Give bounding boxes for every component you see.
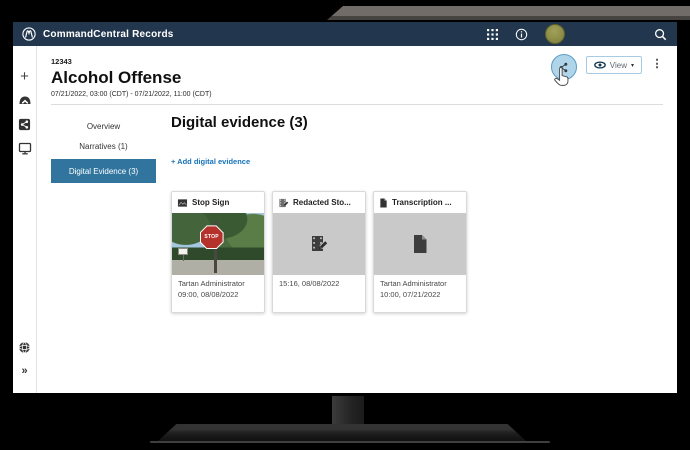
stop-sign-graphic: STOP [200, 225, 224, 249]
chevron-down-icon: ▾ [631, 62, 634, 69]
card-meta-timestamp: 09:00, 08/08/2022 [178, 290, 258, 301]
mouse-cursor-hand [554, 67, 569, 86]
expand-sidebar-icon[interactable]: » [13, 359, 36, 383]
card-header: Redacted Sto... [273, 192, 365, 213]
plus-icon[interactable]: + [13, 64, 36, 88]
card-title: Stop Sign [192, 198, 229, 207]
record-date-range: 07/21/2022, 03:00 (CDT) - 07/21/2022, 11… [51, 91, 212, 98]
page-title: Alcohol Offense [51, 68, 212, 88]
card-meta-author: Tartan Administrator [380, 279, 460, 290]
eye-icon [594, 61, 606, 69]
card-thumbnail: STOP [172, 213, 264, 275]
evidence-card-stop-sign[interactable]: Stop Sign STOP Tartan [171, 191, 265, 313]
card-thumbnail [273, 213, 365, 275]
view-button[interactable]: View ▾ [586, 56, 642, 74]
home-icon[interactable] [13, 88, 36, 112]
evidence-cards: Stop Sign STOP Tartan [171, 191, 663, 313]
card-thumbnail [374, 213, 466, 275]
digital-evidence-panel: Digital evidence (3) + Add digital evide… [171, 112, 663, 313]
subnav-item-overview[interactable]: Overview [51, 116, 156, 136]
card-title: Transcription ... [392, 198, 452, 207]
display-icon[interactable] [13, 136, 36, 160]
record-summary: 12343 Alcohol Offense 07/21/2022, 03:00 … [51, 57, 212, 98]
card-meta: Tartan Administrator 09:00, 08/08/2022 [172, 275, 264, 301]
monitor-top-edge [327, 6, 690, 20]
redacted-media-icon [309, 234, 329, 254]
section-heading: Digital evidence (3) [171, 114, 663, 131]
search-icon[interactable] [654, 28, 667, 41]
header-divider [51, 104, 663, 105]
left-rail: + [13, 46, 37, 393]
app-title: CommandCentral Records [43, 29, 174, 40]
evidence-share-icon[interactable] [13, 112, 36, 136]
subnav-item-narratives[interactable]: Narratives (1) [51, 136, 156, 156]
document-icon [379, 198, 388, 208]
document-icon [411, 234, 429, 254]
redacted-media-icon [278, 198, 289, 208]
card-title: Redacted Sto... [293, 198, 351, 207]
subnav-item-digital-evidence[interactable]: Digital Evidence (3) [51, 159, 156, 183]
card-header: Stop Sign [172, 192, 264, 213]
view-button-label: View [610, 61, 627, 70]
motorola-logo [22, 27, 36, 41]
evidence-card-transcription[interactable]: Transcription ... Tartan Administrator [373, 191, 467, 313]
avatar[interactable] [545, 24, 565, 44]
rail-bottom-group: » [13, 335, 36, 393]
content: 12343 Alcohol Offense 07/21/2022, 03:00 … [37, 46, 677, 393]
more-options-icon[interactable]: ⋮ [651, 57, 663, 72]
monitor-stand-baseline [150, 441, 550, 443]
card-meta: Tartan Administrator 10:00, 07/21/2022 [374, 275, 466, 301]
image-icon [177, 198, 188, 208]
screen: CommandCentral Records [13, 22, 677, 393]
card-meta-timestamp: 10:00, 07/21/2022 [380, 290, 460, 301]
add-digital-evidence-link[interactable]: + Add digital evidence [171, 157, 250, 166]
card-meta: 15:16, 08/08/2022 [273, 275, 365, 290]
record-header: 12343 Alcohol Offense 07/21/2022, 03:00 … [51, 54, 663, 98]
record-subnav: Overview Narratives (1) Digital Evidence… [51, 112, 156, 313]
app-grid-icon[interactable] [487, 29, 498, 40]
record-actions: View ▾ ⋮ [551, 54, 663, 98]
card-meta-author: Tartan Administrator [178, 279, 258, 290]
card-header: Transcription ... [374, 192, 466, 213]
globe-icon[interactable] [13, 335, 36, 359]
record-columns: Overview Narratives (1) Digital Evidence… [51, 112, 663, 313]
brand: CommandCentral Records [22, 27, 174, 41]
small-street-sign [178, 248, 188, 255]
topbar: CommandCentral Records [13, 22, 677, 46]
evidence-card-redacted[interactable]: Redacted Sto... [272, 191, 366, 313]
share-button-wrap [551, 54, 577, 80]
card-meta-timestamp: 15:16, 08/08/2022 [279, 279, 359, 290]
monitor-stand-neck [332, 396, 364, 428]
info-icon[interactable] [515, 28, 528, 41]
monitor-stand-base [158, 424, 526, 441]
app-body: + [13, 46, 677, 393]
record-id: 12343 [51, 57, 212, 66]
topbar-actions [487, 24, 667, 44]
